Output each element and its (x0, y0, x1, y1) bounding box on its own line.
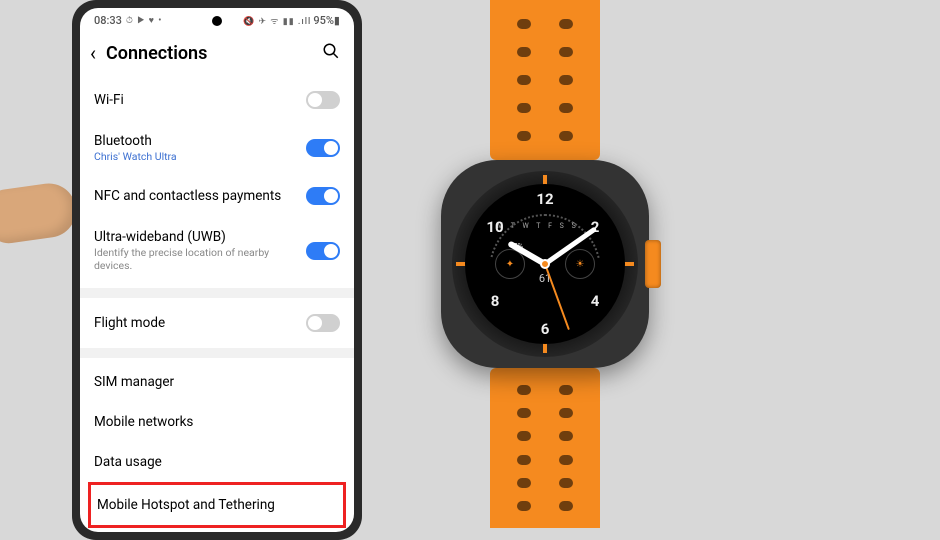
label-nfc: NFC and contactless payments (94, 188, 306, 204)
row-data-usage[interactable]: Data usage (94, 442, 340, 482)
row-uwb[interactable]: Ultra-wideband (UWB) Identify the precis… (94, 217, 340, 284)
status-left-icons: ⏱ ▶ ♥ • (126, 15, 162, 26)
center-dot (540, 259, 550, 269)
sub-bluetooth: Chris' Watch Ultra (94, 150, 306, 163)
search-icon[interactable] (322, 42, 340, 65)
page-title: Connections (106, 43, 322, 64)
label-datausage: Data usage (94, 454, 340, 470)
watch-temp: 61 (533, 272, 557, 285)
row-nfc[interactable]: NFC and contactless payments (94, 175, 340, 217)
front-camera (212, 16, 222, 26)
toggle-flight[interactable] (306, 314, 340, 332)
status-battery: 95%▮ (313, 14, 340, 27)
label-flight: Flight mode (94, 315, 306, 331)
toggle-uwb[interactable] (306, 242, 340, 260)
label-uwb: Ultra-wideband (UWB) (94, 229, 306, 245)
complication-right[interactable]: ☀ (565, 249, 595, 279)
section-divider (80, 288, 354, 298)
toggle-bluetooth[interactable] (306, 139, 340, 157)
dial-6: 6 (533, 320, 557, 338)
phone-screen: 08:33 ⏱ ▶ ♥ • 🔇 ✈ ᯤ ▮▮ .ıll 95%▮ ‹ Conne… (80, 8, 354, 532)
watch-band-bottom (490, 368, 600, 528)
status-time: 08:33 (94, 14, 122, 27)
row-mobile-hotspot[interactable]: Mobile Hotspot and Tethering (88, 482, 346, 528)
row-wifi[interactable]: Wi-Fi (94, 79, 340, 121)
page-header: ‹ Connections (80, 29, 354, 79)
dial-12: 12 (533, 190, 557, 208)
status-right-icons: 🔇 ✈ ᯤ ▮▮ .ıll (243, 14, 311, 27)
dial-8: 8 (483, 292, 507, 310)
dial-4: 4 (583, 292, 607, 310)
phone-device: 08:33 ⏱ ▶ ♥ • 🔇 ✈ ᯤ ▮▮ .ıll 95%▮ ‹ Conne… (72, 0, 362, 540)
dial-10: 10 (483, 218, 507, 236)
watch-bezel: M T W T F S S 12 2 4 6 8 10 ✦ ☀ 61 7% (452, 171, 638, 357)
watch-crown[interactable] (645, 240, 661, 288)
label-hotspot: Mobile Hotspot and Tethering (97, 497, 337, 513)
back-icon[interactable]: ‹ (90, 41, 96, 65)
row-sim-manager[interactable]: SIM manager (94, 362, 340, 402)
label-networks: Mobile networks (94, 414, 340, 430)
label-wifi: Wi-Fi (94, 92, 306, 108)
toggle-wifi[interactable] (306, 91, 340, 109)
row-flight-mode[interactable]: Flight mode (94, 302, 340, 344)
label-bluetooth: Bluetooth (94, 133, 306, 149)
watch-dial[interactable]: M T W T F S S 12 2 4 6 8 10 ✦ ☀ 61 7% (465, 184, 625, 344)
label-sim: SIM manager (94, 374, 340, 390)
row-bluetooth[interactable]: Bluetooth Chris' Watch Ultra (94, 121, 340, 175)
watch-case: M T W T F S S 12 2 4 6 8 10 ✦ ☀ 61 7% (441, 160, 649, 368)
settings-list: Wi-Fi Bluetooth Chris' Watch Ultra NFC a… (80, 79, 354, 532)
sub-uwb: Identify the precise location of nearby … (94, 246, 306, 272)
watch-band-top (490, 0, 600, 160)
watch-device: M T W T F S S 12 2 4 6 8 10 ✦ ☀ 61 7% (430, 0, 660, 528)
toggle-nfc[interactable] (306, 187, 340, 205)
row-mobile-networks[interactable]: Mobile networks (94, 402, 340, 442)
section-divider (80, 348, 354, 358)
finger (0, 180, 79, 246)
watch-days: M T W T F S S (497, 222, 579, 230)
